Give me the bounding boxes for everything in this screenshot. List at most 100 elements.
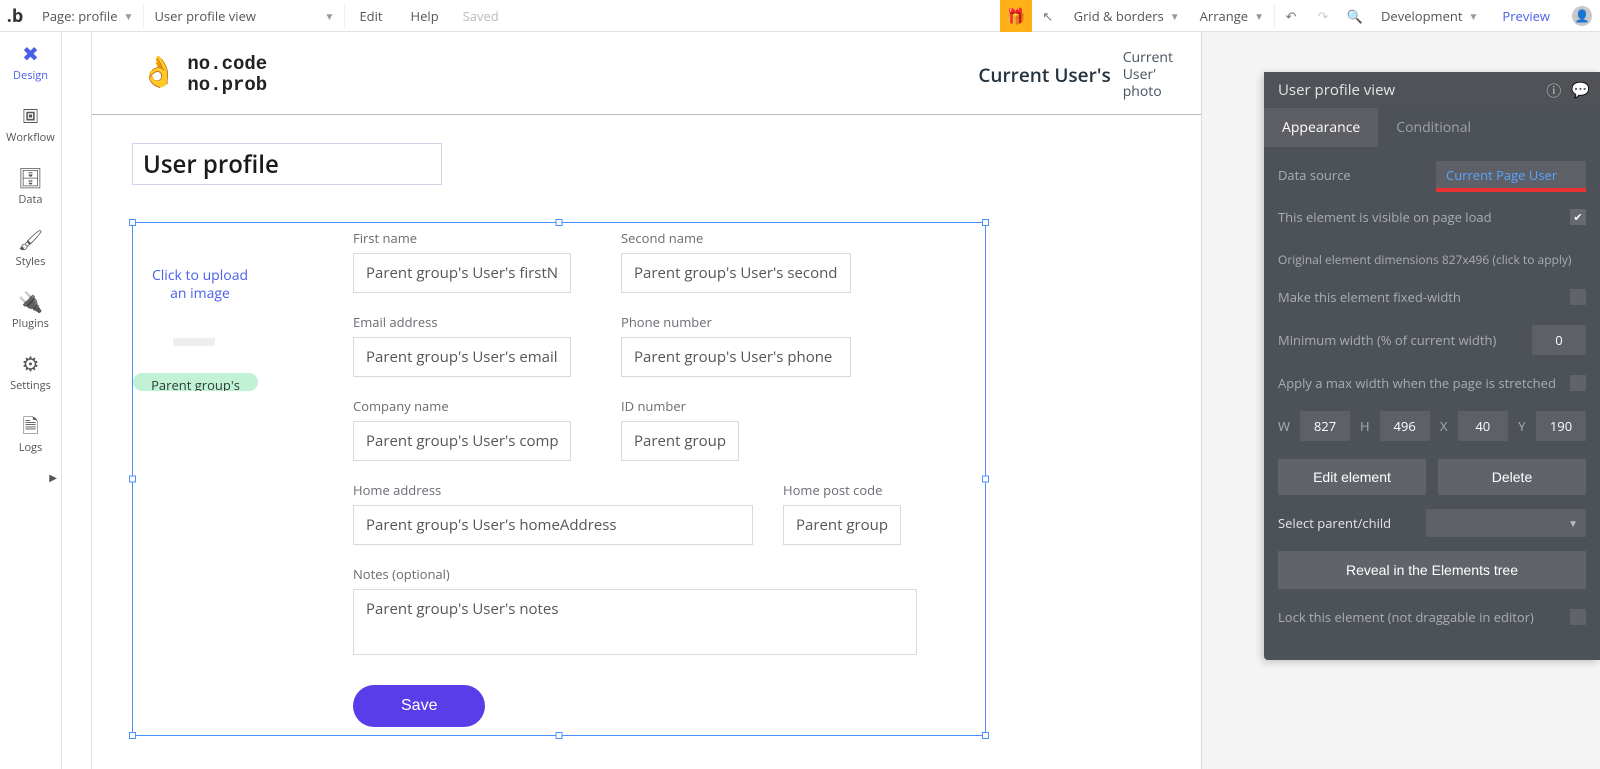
company-input[interactable] <box>353 421 571 461</box>
design-icon: ✖ <box>22 44 39 64</box>
element-dropdown-label: User profile view <box>154 7 256 25</box>
first-name-label: First name <box>353 229 571 247</box>
current-user-label: Current User's <box>978 62 1110 88</box>
resize-handle[interactable] <box>982 732 989 739</box>
field-first-name: First name <box>353 229 571 293</box>
panel-body: Data source Current Page User This eleme… <box>1264 147 1600 660</box>
resize-handle[interactable] <box>982 476 989 483</box>
left-sidebar: ✖ Design 🞖 Workflow 🗄 Data 🖌 Styles 🔌 Pl… <box>0 32 62 769</box>
phone-input[interactable] <box>621 337 851 377</box>
reveal-button[interactable]: Reveal in the Elements tree <box>1278 551 1586 589</box>
page-surface[interactable]: 👌 no.code no.prob Current User's Current… <box>92 32 1202 769</box>
current-user-photo-label: Current User' photo <box>1123 50 1173 100</box>
workflow-icon: 🞖 <box>23 106 39 126</box>
select-parent-dropdown[interactable]: ▼ <box>1426 509 1586 537</box>
delete-button[interactable]: Delete <box>1438 459 1586 495</box>
undo-icon[interactable]: ↶ <box>1275 7 1307 25</box>
field-notes: Notes (optional) Parent group's User's n… <box>353 565 917 659</box>
x-input[interactable] <box>1458 411 1508 441</box>
data-source-value[interactable]: Current Page User <box>1436 161 1586 189</box>
sidebar-item-workflow[interactable]: 🞖 Workflow <box>0 94 61 156</box>
selected-group[interactable]: Click to upload an image Parent group's … <box>132 222 986 736</box>
max-width-checkbox[interactable] <box>1570 375 1586 391</box>
collapse-rail-icon[interactable]: ▶ <box>0 470 61 484</box>
visible-checkbox[interactable]: ✔ <box>1570 209 1586 225</box>
cursor-icon[interactable]: ↖ <box>1032 7 1064 25</box>
tab-appearance[interactable]: Appearance <box>1264 108 1378 147</box>
search-icon[interactable]: 🔍 <box>1339 7 1371 25</box>
fixed-width-checkbox[interactable] <box>1570 289 1586 305</box>
save-button[interactable]: Save <box>353 685 485 727</box>
dimensions-row: W H X Y <box>1278 411 1586 441</box>
id-input[interactable] <box>621 421 739 461</box>
property-panel: User profile view ⓘ 💬 Appearance Conditi… <box>1264 72 1600 660</box>
home-addr-label: Home address <box>353 481 753 499</box>
styles-icon: 🖌 <box>18 230 43 250</box>
page-dropdown[interactable]: Page: profile ▼ <box>32 1 143 31</box>
select-parent-label: Select parent/child <box>1278 514 1391 532</box>
email-label: Email address <box>353 313 571 331</box>
sidebar-item-settings[interactable]: ⚙ Settings <box>0 342 61 404</box>
page-dropdown-label: Page: profile <box>42 7 118 25</box>
panel-header[interactable]: User profile view ⓘ 💬 <box>1264 72 1600 108</box>
saved-status: Saved <box>453 7 509 25</box>
max-width-label: Apply a max width when the page is stret… <box>1278 374 1556 392</box>
upload-image-text[interactable]: Click to upload an image <box>145 267 255 303</box>
page-title-element[interactable]: User profile <box>132 143 442 185</box>
sidebar-item-data[interactable]: 🗄 Data <box>0 156 61 218</box>
environment-dropdown[interactable]: Development▼ <box>1371 7 1488 25</box>
sidebar-item-plugins[interactable]: 🔌 Plugins <box>0 280 61 342</box>
panel-tabs: Appearance Conditional <box>1264 108 1600 147</box>
min-width-label: Minimum width (% of current width) <box>1278 331 1496 349</box>
sidebar-item-design[interactable]: ✖ Design <box>0 32 61 94</box>
dimensions-text[interactable]: Original element dimensions 827x496 (cli… <box>1278 251 1571 268</box>
resize-handle[interactable] <box>129 476 136 483</box>
min-width-input[interactable] <box>1532 325 1586 355</box>
resize-handle[interactable] <box>129 732 136 739</box>
info-icon[interactable]: ⓘ <box>1546 80 1561 101</box>
resize-handle[interactable] <box>982 219 989 226</box>
form-area: First name Second name Email address Pho… <box>353 229 965 725</box>
home-post-input[interactable] <box>783 505 901 545</box>
preview-link[interactable]: Preview <box>1488 7 1564 25</box>
h-input[interactable] <box>1380 411 1430 441</box>
grid-borders-dropdown[interactable]: Grid & borders▼ <box>1064 7 1190 25</box>
header-right: Current User's Current User' photo <box>978 50 1173 100</box>
resize-handle[interactable] <box>129 219 136 226</box>
field-second-name: Second name <box>621 229 851 293</box>
resize-handle[interactable] <box>556 219 563 226</box>
home-addr-input[interactable] <box>353 505 753 545</box>
redo-icon[interactable]: ↷ <box>1307 7 1339 25</box>
first-name-input[interactable] <box>353 253 571 293</box>
w-input[interactable] <box>1300 411 1350 441</box>
field-home-address: Home address <box>353 481 753 545</box>
lock-checkbox[interactable] <box>1570 609 1586 625</box>
y-input[interactable] <box>1536 411 1586 441</box>
edit-link[interactable]: Edit <box>345 7 396 25</box>
gift-icon[interactable]: 🎁 <box>1000 0 1032 32</box>
plugins-icon: 🔌 <box>18 292 43 312</box>
help-link[interactable]: Help <box>397 7 453 25</box>
phone-label: Phone number <box>621 313 851 331</box>
notes-input[interactable]: Parent group's User's notes <box>353 589 917 655</box>
logs-icon: 🗎 <box>22 416 38 436</box>
resize-handle[interactable] <box>556 732 563 739</box>
x-label: X <box>1440 417 1448 435</box>
arrange-dropdown[interactable]: Arrange▼ <box>1190 7 1274 25</box>
email-input[interactable] <box>353 337 571 377</box>
ok-hand-icon: 👌 <box>140 59 177 92</box>
element-dropdown[interactable]: User profile view ▼ <box>144 1 344 31</box>
second-name-input[interactable] <box>621 253 851 293</box>
id-label: ID number <box>621 397 739 415</box>
field-home-post: Home post code <box>783 481 901 545</box>
tab-conditional[interactable]: Conditional <box>1378 108 1489 147</box>
edit-element-button[interactable]: Edit element <box>1278 459 1426 495</box>
sidebar-item-logs[interactable]: 🗎 Logs <box>0 404 61 466</box>
h-label: H <box>1360 417 1370 435</box>
company-label: Company name <box>353 397 571 415</box>
chevron-down-icon: ▼ <box>325 9 335 23</box>
sidebar-item-styles[interactable]: 🖌 Styles <box>0 218 61 280</box>
field-phone: Phone number <box>621 313 851 377</box>
comment-icon[interactable]: 💬 <box>1571 80 1590 101</box>
user-avatar[interactable]: 👤 <box>1572 6 1592 26</box>
